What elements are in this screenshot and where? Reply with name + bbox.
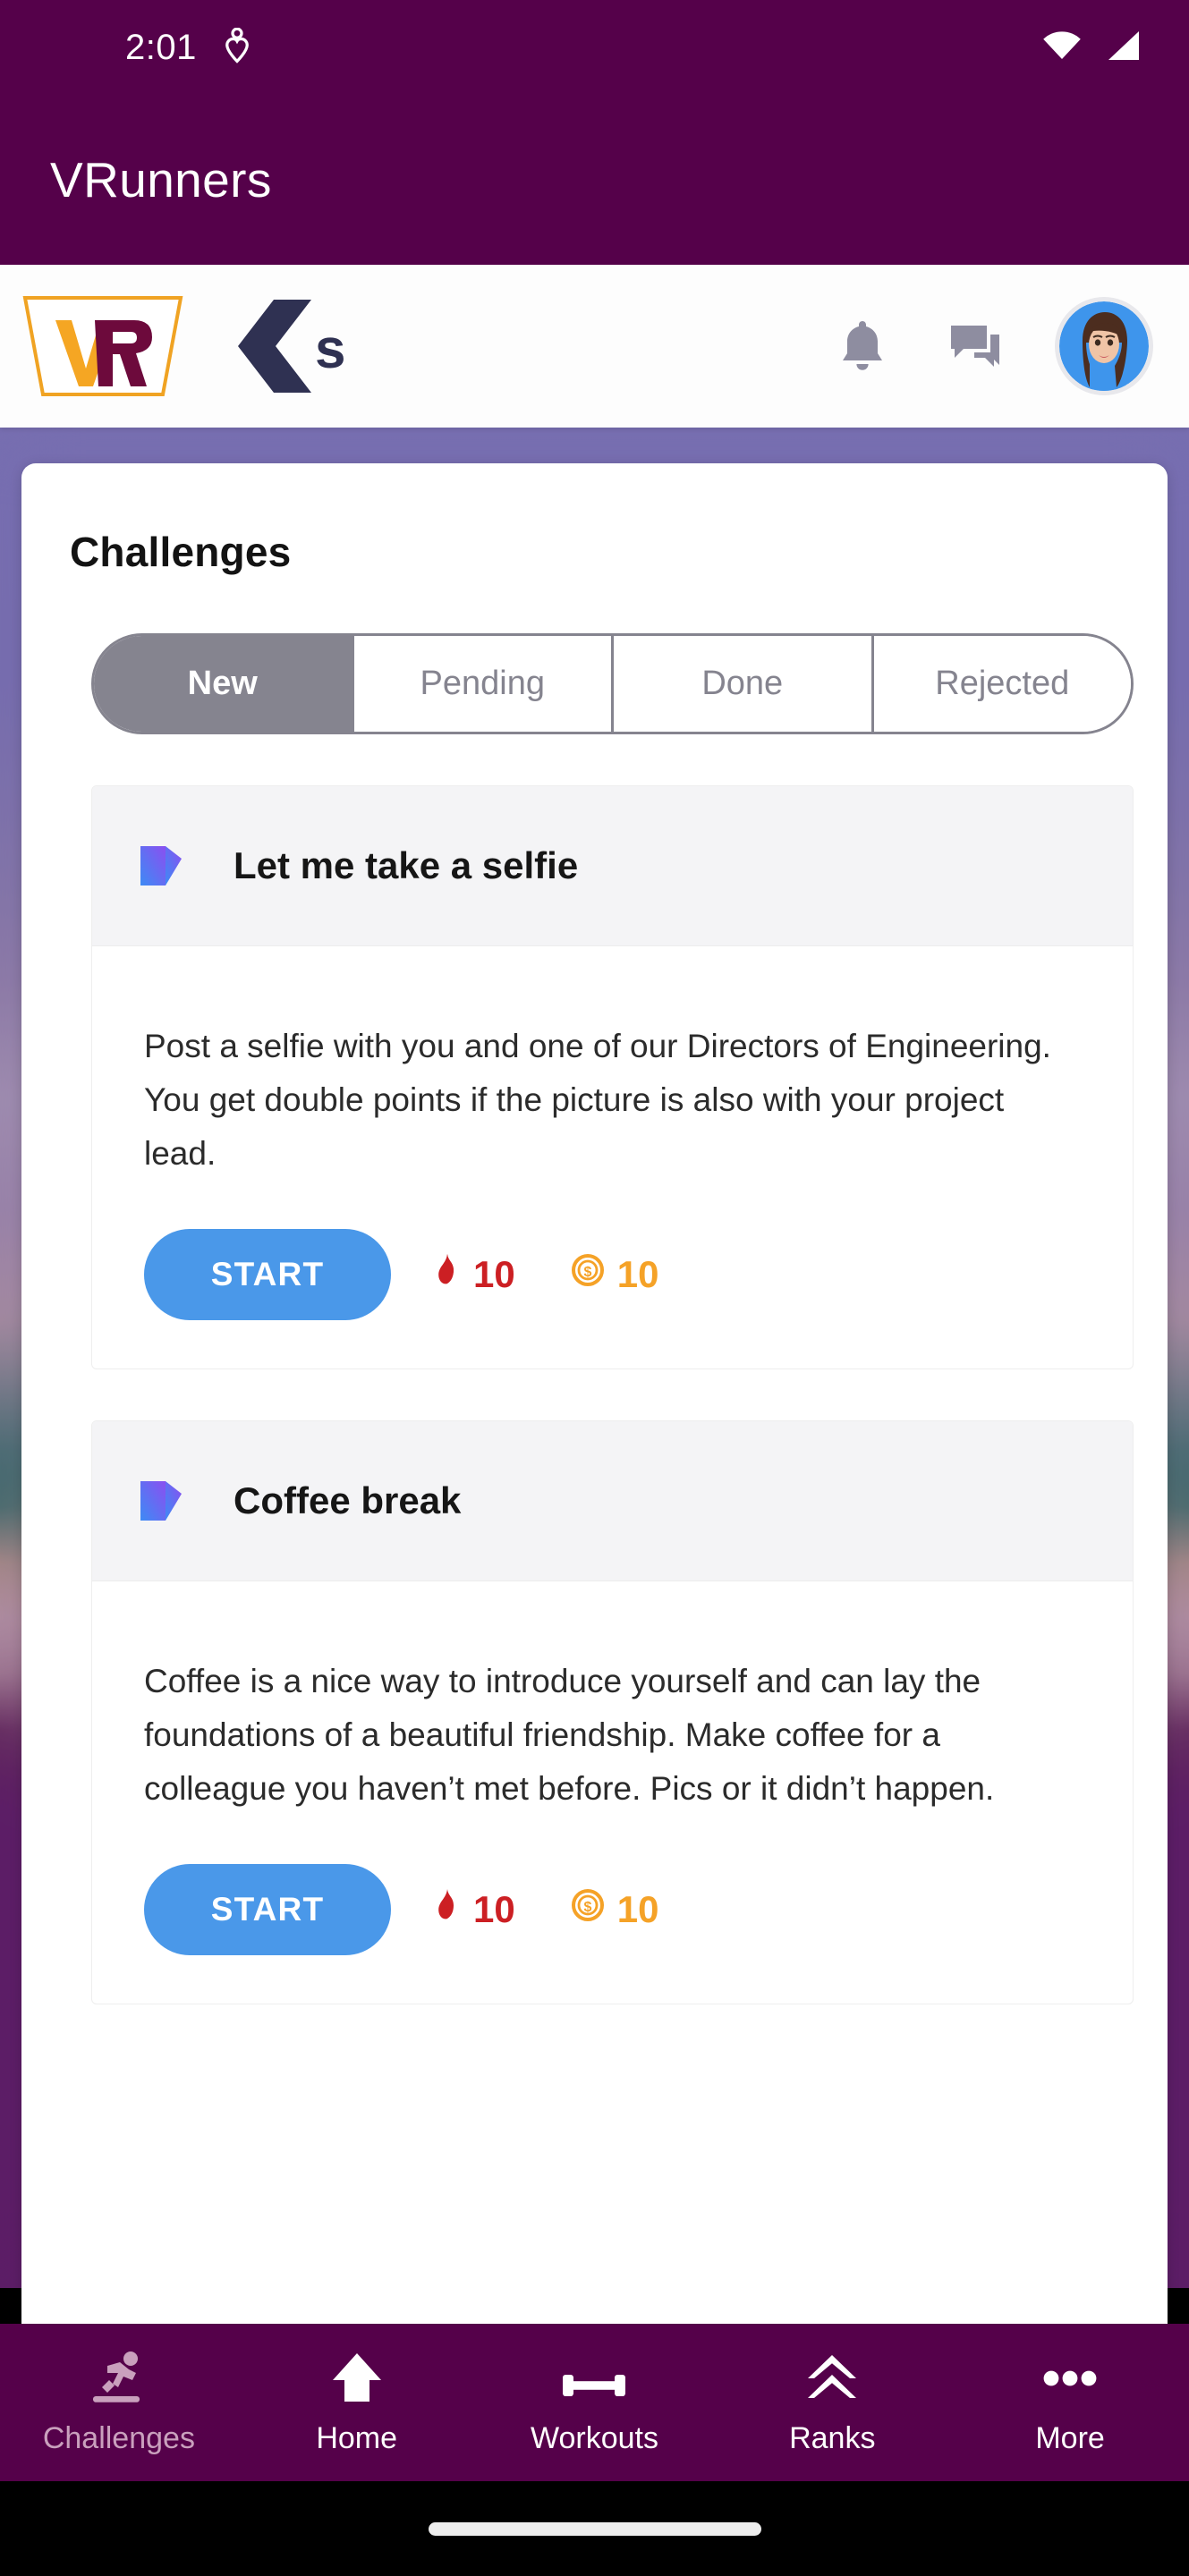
cell-signal-icon <box>1103 28 1142 68</box>
status-bar-left: 2:01 <box>125 27 251 68</box>
bell-icon[interactable] <box>824 308 901 385</box>
tab-pending[interactable]: Pending <box>351 636 611 732</box>
flame-points: 10 <box>434 1887 515 1932</box>
tab-new[interactable]: New <box>94 636 352 732</box>
wifi-icon <box>1040 28 1083 68</box>
house-icon <box>329 2350 385 2405</box>
status-bar: 2:01 <box>0 0 1189 95</box>
start-button[interactable]: START <box>144 1228 391 1320</box>
location-heart-icon <box>224 27 251 68</box>
challenge-actions: START 10 $ 10 <box>144 1228 1081 1320</box>
challenges-sheet: Challenges New Pending Done Rejected Let… <box>21 463 1168 2324</box>
double-chevron-up-icon <box>804 2350 860 2405</box>
challenge-actions: START 10 $ 10 <box>144 1863 1081 1955</box>
nav-label-workouts: Workouts <box>531 2420 658 2455</box>
flame-icon <box>434 1252 461 1297</box>
challenge-status-tabs: New Pending Done Rejected <box>91 633 1134 734</box>
challenge-description: Coffee is a nice way to introduce yourse… <box>144 1662 995 1807</box>
video-camera-icon <box>137 841 191 891</box>
app-bar: VRunners <box>0 95 1189 265</box>
running-treadmill-icon <box>88 2350 150 2405</box>
challenge-card-body: Post a selfie with you and one of our Di… <box>92 946 1133 1368</box>
coin-points-value: 10 <box>616 1887 659 1930</box>
challenge-title: Let me take a selfie <box>234 844 579 886</box>
challenge-card[interactable]: Coffee break Coffee is a nice way to int… <box>91 1419 1134 2004</box>
nav-label-ranks: Ranks <box>789 2420 876 2455</box>
system-gesture-bar <box>0 2481 1189 2576</box>
home-gesture-pill[interactable] <box>428 2521 761 2536</box>
coin-points-value: 10 <box>616 1252 659 1295</box>
challenge-card-header: Coffee break <box>92 1420 1133 1581</box>
status-bar-right <box>1040 28 1142 68</box>
nav-label-home: Home <box>316 2420 398 2455</box>
svg-text:s: s <box>315 318 345 380</box>
start-button[interactable]: START <box>144 1863 391 1955</box>
flame-points: 10 <box>434 1252 515 1297</box>
flame-points-value: 10 <box>473 1887 515 1930</box>
status-clock: 2:01 <box>125 27 197 67</box>
video-camera-icon <box>137 1476 191 1526</box>
coin-icon: $ <box>571 1253 605 1296</box>
dumbbell-icon <box>561 2350 627 2405</box>
challenge-card-header: Let me take a selfie <box>92 786 1133 946</box>
coin-points: $ 10 <box>571 1252 659 1296</box>
coin-icon: $ <box>571 1888 605 1931</box>
phone-screen: 2:01 VRunners s Challenges New Pending D… <box>0 0 1189 2576</box>
ellipsis-icon <box>1040 2350 1100 2405</box>
nav-label-more: More <box>1035 2420 1105 2455</box>
nav-item-ranks[interactable]: Ranks <box>713 2350 951 2456</box>
tab-done[interactable]: Done <box>611 636 871 732</box>
challenge-title: Coffee break <box>234 1479 462 1521</box>
nav-item-challenges[interactable]: Challenges <box>0 2350 238 2456</box>
vrunners-logo-icon[interactable] <box>20 293 186 399</box>
flame-points-value: 10 <box>473 1252 515 1295</box>
challenge-description: Post a selfie with you and one of our Di… <box>144 1028 1051 1172</box>
challenge-card-body: Coffee is a nice way to introduce yourse… <box>92 1581 1133 2004</box>
challenge-card[interactable]: Let me take a selfie Post a selfie with … <box>91 785 1134 1369</box>
flame-icon <box>434 1887 461 1932</box>
nav-item-home[interactable]: Home <box>238 2350 476 2456</box>
coin-points: $ 10 <box>571 1887 659 1931</box>
nav-item-more[interactable]: More <box>951 2350 1189 2456</box>
nav-item-workouts[interactable]: Workouts <box>476 2350 714 2456</box>
tab-rejected[interactable]: Rejected <box>871 636 1131 732</box>
nav-label-challenges: Challenges <box>42 2420 195 2455</box>
svg-text:$: $ <box>583 1900 591 1915</box>
chat-bubbles-icon[interactable] <box>937 308 1014 385</box>
page-title: Challenges <box>70 529 292 575</box>
svg-text:$: $ <box>583 1265 591 1280</box>
toolbar: s <box>0 265 1189 428</box>
app-title: VRunners <box>50 152 272 208</box>
user-avatar[interactable] <box>1055 297 1153 395</box>
bottom-navigation: Challenges Home Workouts Ranks More <box>0 2324 1189 2481</box>
chevron-s-logo-icon[interactable]: s <box>233 292 367 400</box>
